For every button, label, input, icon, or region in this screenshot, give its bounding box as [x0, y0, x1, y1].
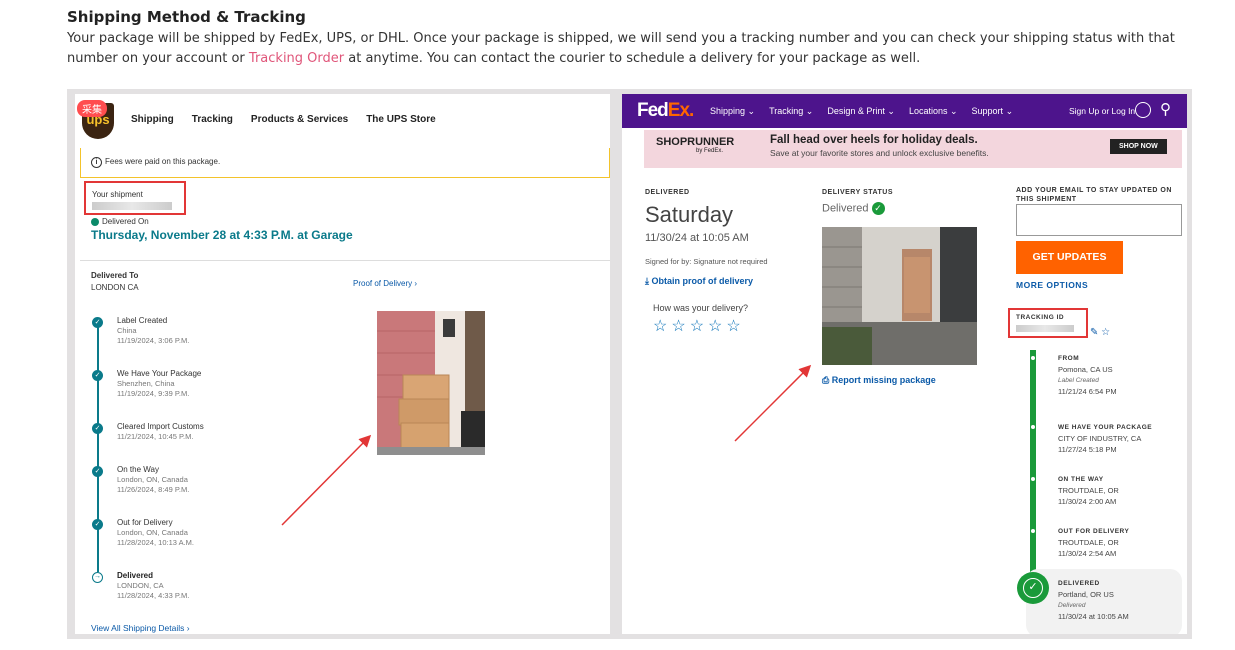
intro-paragraph: Your package will be shipped by FedEx, U… [67, 29, 1177, 69]
shipping-intro: Shipping Method & Tracking Your package … [67, 8, 1177, 69]
red-arrow-ups [281, 434, 372, 526]
red-arrow-fedex [734, 364, 812, 442]
section-title: Shipping Method & Tracking [67, 8, 306, 26]
intro-text-2: at anytime. You can contact the courier … [344, 51, 921, 66]
annotation-arrows [281, 364, 812, 526]
tracking-order-link[interactable]: Tracking Order [249, 51, 344, 66]
tracking-screenshots: ups 采集 Shipping Tracking Products & Serv… [67, 89, 1192, 639]
